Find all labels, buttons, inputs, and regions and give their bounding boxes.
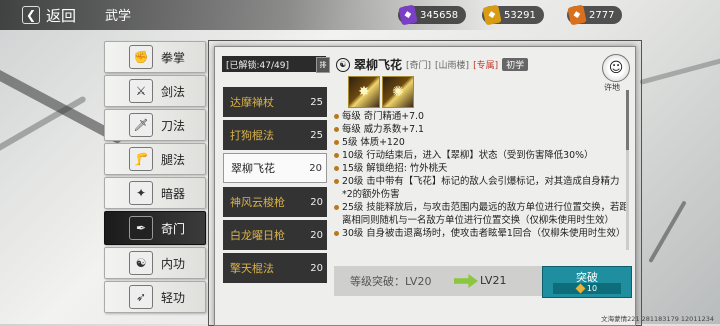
category-tuifa[interactable]: 🦵 腿法: [104, 143, 206, 175]
breakthrough-label: 等级突破：LV20: [350, 275, 432, 288]
skill-name: 擎天棍法: [230, 262, 274, 275]
dart-icon: ✦: [129, 181, 153, 205]
category-label: 轻功: [161, 290, 186, 305]
back-button[interactable]: ❮ 返回: [22, 4, 76, 26]
orange-token-icon: ◆: [567, 4, 587, 26]
breakthrough-target: LV21: [480, 274, 507, 287]
category-label: 刀法: [161, 118, 186, 133]
category-daofa[interactable]: 🗡 刀法: [104, 109, 206, 141]
detail-scrollbar-thumb[interactable]: [626, 90, 629, 150]
skill-title: 翠柳飞花: [354, 58, 403, 72]
light-foot-icon: ➶: [129, 285, 153, 309]
category-neigong[interactable]: ☯ 内功: [104, 247, 206, 279]
unlock-count: [已解锁:47/49]: [222, 56, 326, 72]
category-label: 奇门: [161, 221, 186, 236]
fist-icon: ✊: [129, 45, 153, 69]
skill-list-item[interactable]: 达摩禅杖 25: [223, 87, 327, 117]
skill-list-item[interactable]: 白龙曜日枪 20: [223, 220, 327, 250]
skill-name: 打狗棍法: [230, 129, 274, 142]
skill-list-item-selected[interactable]: 翠柳飞花 20: [223, 153, 327, 183]
category-label: 腿法: [161, 152, 186, 167]
skill-name: 神风云梭枪: [230, 196, 285, 209]
category-label: 暗器: [161, 186, 186, 201]
effect-line: 15级 解锁绝招: 竹外桃夭: [332, 162, 630, 175]
category-label: 剑法: [161, 84, 186, 99]
breakthrough-bar: 等级突破：LV20 LV21 突破 10: [334, 266, 632, 298]
breakthrough-button[interactable]: 突破 10: [542, 266, 632, 298]
purple-jade-icon: ◆: [398, 4, 418, 26]
skill-name: 达摩禅杖: [230, 96, 274, 109]
skill-level: 20: [310, 196, 323, 208]
portrait-label: 许地: [604, 83, 620, 92]
inner-power-icon: ☯: [129, 251, 153, 275]
effect-line: 每级 威力系数+7.1: [332, 123, 630, 136]
tag-exclusive: [专属]: [473, 61, 499, 71]
skill-level: 25: [310, 96, 323, 108]
footer-info: 文海蒙情221 281183179 12011234: [601, 315, 714, 323]
currency-purple[interactable]: ◆ 345658: [398, 4, 467, 26]
breakthrough-cost: 10: [553, 283, 621, 294]
kick-icon: 🦵: [129, 147, 153, 171]
category-qinggong[interactable]: ➶ 轻功: [104, 281, 206, 313]
effect-line: 每级 奇门精通+7.0: [332, 110, 630, 123]
skill-level: 20: [310, 262, 323, 274]
skill-move-icon[interactable]: ✺: [382, 76, 414, 108]
skill-level: 25: [310, 129, 323, 141]
effect-line: 20级 击中带有【飞花】标记的敌人会引爆标记，对其造成自身精力*2的额外伤害: [332, 175, 630, 201]
ink-stroke-decor: [648, 200, 687, 263]
gold-ingot-icon: ◆: [482, 4, 502, 26]
skill-name: 翠柳飞花: [231, 162, 275, 175]
character-portrait-icon[interactable]: ☺: [602, 54, 630, 82]
category-label: 内功: [161, 256, 186, 271]
currency-value: 345658: [420, 9, 459, 21]
sword-icon: ⚔: [129, 79, 153, 103]
odd-weapon-icon: ✒: [129, 216, 153, 240]
blade-icon: 🗡: [129, 113, 153, 137]
skill-detail: ☯ 翠柳飞花 [奇门] [山雨楼] [专属] 初学 ☺ 许地 ✸ ✺ 每级 奇门…: [332, 54, 630, 264]
currency-value: 2777: [589, 9, 615, 21]
currency-orange[interactable]: ◆ 2777: [567, 4, 623, 26]
skill-level: 20: [310, 229, 323, 241]
effect-line: 25级 技能释放后，与攻击范围内最远的敌方单位进行位置交换，若距离相同则随机与一…: [332, 201, 630, 227]
effect-list: 每级 奇门精通+7.0 每级 威力系数+7.1 5级 体质+120 10级 行动…: [332, 110, 630, 264]
skill-move-icon[interactable]: ✸: [348, 76, 380, 108]
ink-stroke-decor: [639, 56, 720, 85]
sort-button[interactable]: 排: [316, 57, 330, 73]
skill-list-item[interactable]: 神风云梭枪 20: [223, 187, 327, 217]
cost-gem-icon: [575, 283, 586, 294]
skill-list-item[interactable]: 打狗棍法 25: [223, 120, 327, 150]
tag-stage: 初学: [502, 58, 529, 71]
currency-value: 53291: [504, 9, 536, 21]
skill-list-item[interactable]: 擎天棍法 20: [223, 253, 327, 283]
skill-title-row: ☯ 翠柳飞花 [奇门] [山雨楼] [专属] 初学: [336, 56, 529, 73]
back-label: 返回: [46, 6, 77, 25]
page-title: 武学: [105, 9, 132, 24]
category-label: 拳掌: [161, 50, 186, 65]
skill-name: 白龙曜日枪: [230, 229, 285, 242]
category-qimen[interactable]: ✒ 奇门: [104, 211, 206, 245]
yin-yang-icon: ☯: [336, 57, 350, 72]
currency-gold[interactable]: ◆ 53291: [482, 4, 544, 26]
tag-school: [山雨楼]: [435, 61, 470, 71]
effect-line: 30级 自身被击退离场时，使攻击者眩晕1回合（仅柳朱使用时生效）: [332, 227, 630, 240]
tag-type: [奇门]: [406, 61, 432, 71]
back-arrow-icon: ❮: [22, 6, 40, 24]
cost-value: 10: [586, 284, 598, 293]
category-anqi[interactable]: ✦ 暗器: [104, 177, 206, 209]
category-quanzhang[interactable]: ✊ 拳掌: [104, 41, 206, 73]
category-jianfa[interactable]: ⚔ 剑法: [104, 75, 206, 107]
skill-level: 20: [309, 162, 322, 174]
effect-line: 5级 体质+120: [332, 136, 630, 149]
effect-line: 10级 行动结束后，进入【翠柳】状态（受到伤害降低30%）: [332, 149, 630, 162]
arrow-right-icon: [454, 274, 478, 288]
